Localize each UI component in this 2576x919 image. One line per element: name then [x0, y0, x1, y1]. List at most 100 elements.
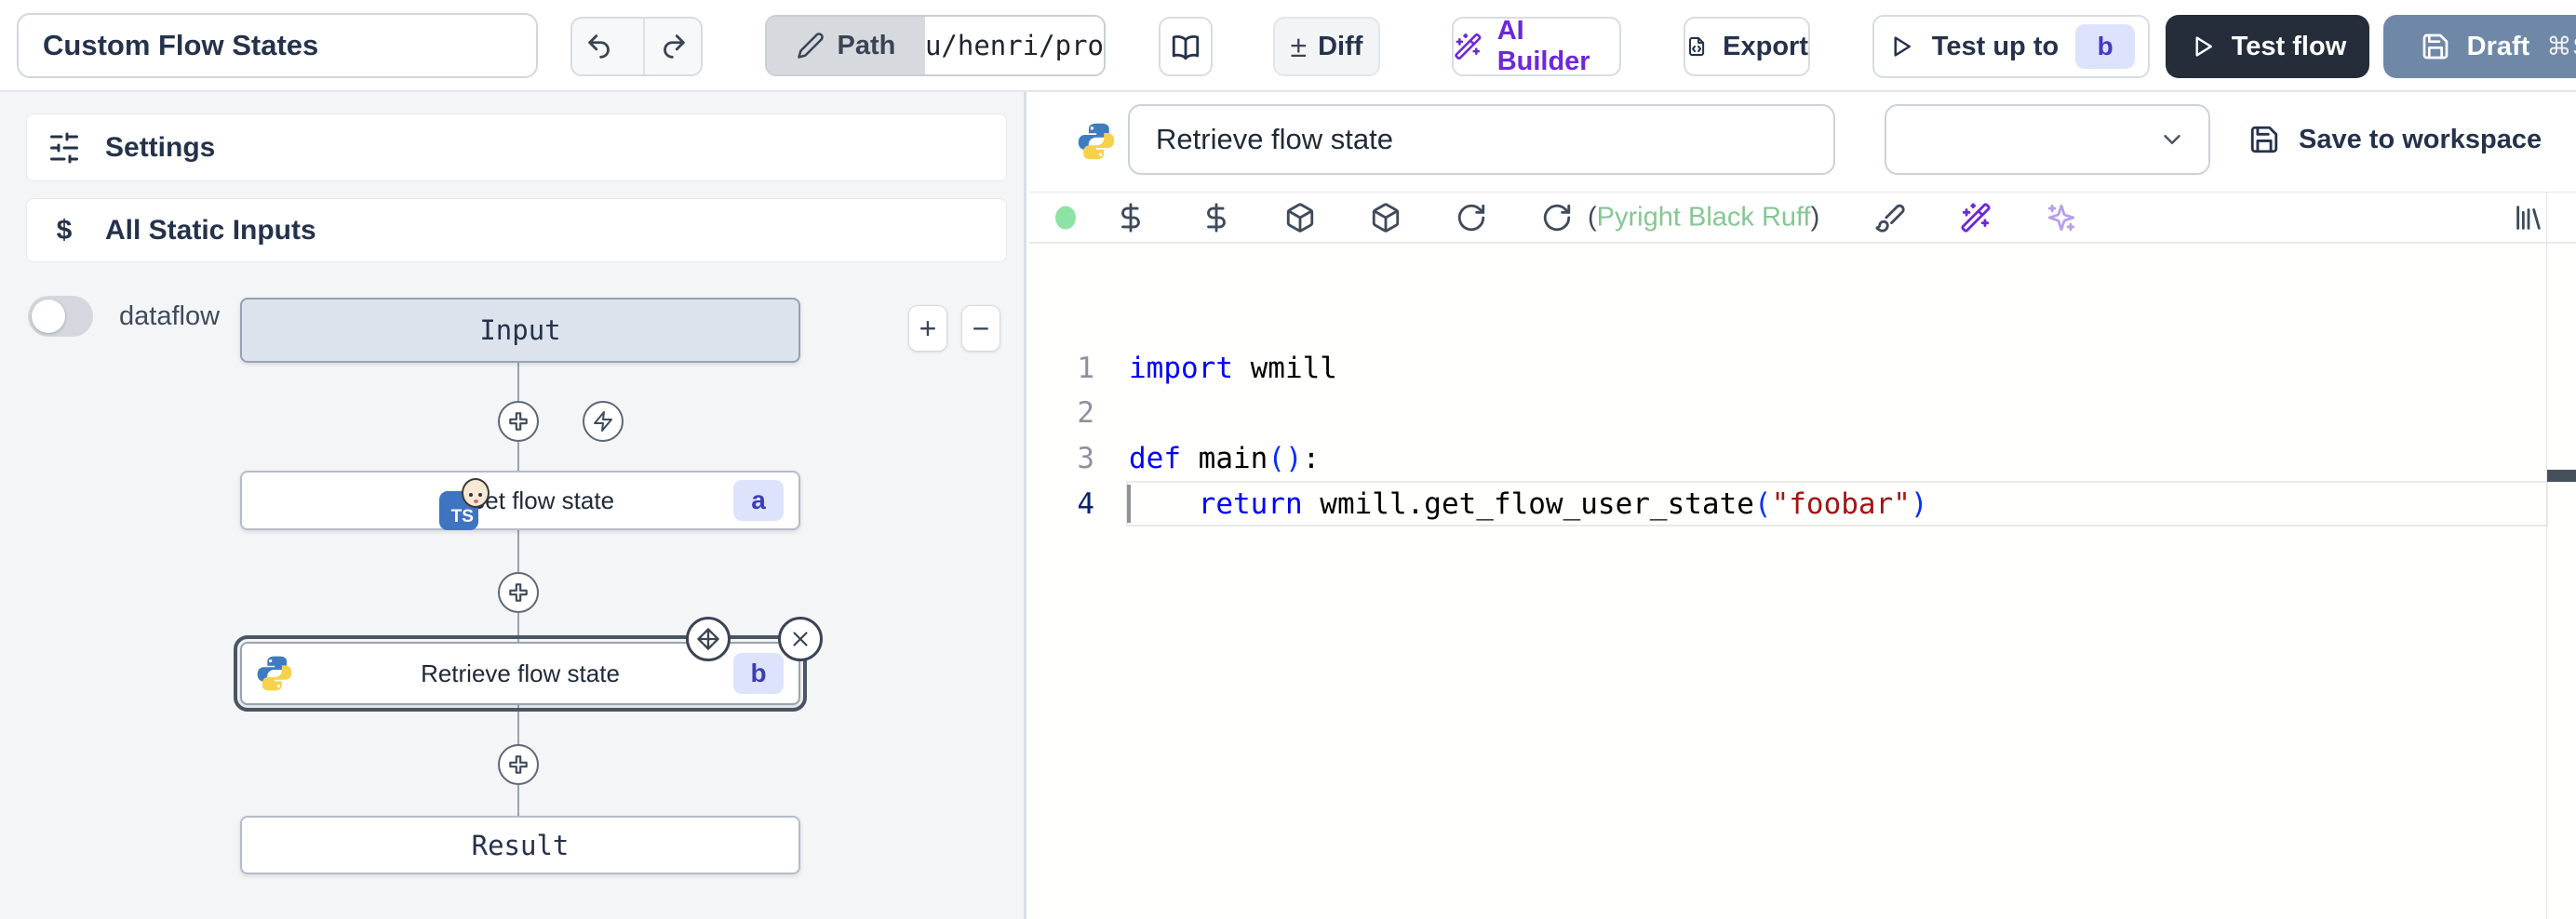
python-icon — [1076, 121, 1117, 162]
test-up-to-label: Test up to — [1932, 32, 2059, 62]
ai-sparkles-button[interactable] — [2046, 202, 2077, 233]
path-button-group[interactable]: Path u/henri/pro — [765, 15, 1106, 76]
undo-redo-group — [570, 17, 703, 76]
redo-button[interactable] — [643, 19, 701, 74]
step-name-input[interactable]: Retrieve flow state — [1128, 104, 1835, 175]
variable-dollar-button[interactable] — [1115, 202, 1147, 233]
line-number-active: 4 — [1029, 482, 1094, 526]
library-button[interactable] — [2513, 202, 2544, 233]
plus-icon: + — [919, 312, 937, 346]
add-trigger-button[interactable] — [583, 401, 624, 442]
package-button[interactable] — [1370, 202, 1402, 233]
ai-builder-button[interactable]: AI Builder — [1452, 17, 1621, 76]
test-flow-button[interactable]: Test flow — [2166, 15, 2369, 78]
dollar-icon — [1115, 202, 1147, 233]
line-number: 2 — [1029, 391, 1094, 435]
insert-step-button[interactable] — [498, 401, 539, 442]
overview-ruler — [2546, 193, 2547, 919]
diff-label: Diff — [1318, 32, 1362, 62]
delete-step-button[interactable] — [778, 617, 823, 661]
ai-wand-button[interactable] — [1960, 202, 1992, 233]
plus-minus-icon: ± — [1291, 30, 1308, 64]
plus-icon — [506, 580, 530, 605]
move-icon — [695, 626, 721, 652]
windmill-flow-editor: Custom Flow States Path u/henri/pro ± Di… — [0, 0, 2576, 919]
minus-icon: − — [973, 312, 990, 346]
save-to-workspace-label: Save to workspace — [2299, 125, 2542, 155]
connector-line — [517, 705, 519, 744]
export-button[interactable]: Export — [1684, 17, 1810, 76]
step-editor-header: Retrieve flow state Save to workspace — [1029, 92, 2576, 193]
toggle-knob — [32, 300, 65, 333]
path-value[interactable]: u/henri/pro — [925, 17, 1104, 74]
library-icon — [2513, 202, 2544, 233]
settings-label: Settings — [105, 132, 215, 164]
diff-button[interactable]: ± Diff — [1273, 17, 1380, 76]
undo-button[interactable] — [572, 19, 628, 74]
all-static-inputs-bar[interactable]: $ All Static Inputs — [26, 198, 1007, 262]
code-assistants-status: (Pyright Black Ruff) — [1588, 203, 1819, 233]
test-flow-label: Test flow — [2232, 32, 2347, 62]
resource-dollar-button[interactable] — [1201, 202, 1232, 233]
flow-title-input[interactable]: Custom Flow States — [17, 13, 538, 78]
step-a-badge: a — [733, 480, 784, 521]
package-button[interactable] — [1284, 202, 1316, 233]
code-line-3: def main(): — [1129, 436, 1320, 481]
result-node-label: Result — [472, 830, 570, 861]
dollar-icon — [1201, 202, 1232, 233]
top-toolbar: Custom Flow States Path u/henri/pro ± Di… — [0, 0, 2576, 92]
connector-line — [517, 442, 519, 471]
dollar-icon: $ — [47, 215, 81, 246]
docs-button[interactable] — [1159, 17, 1213, 76]
chevron-down-icon — [2158, 126, 2186, 153]
insert-step-button[interactable] — [498, 744, 539, 785]
zoom-in-button[interactable]: + — [908, 305, 947, 352]
step-a-label: Set flow state — [469, 486, 614, 515]
connector-line — [517, 530, 519, 572]
settings-bar[interactable]: Settings — [26, 113, 1007, 181]
flow-step-node-a[interactable]: TS Set flow state a — [240, 471, 800, 530]
dataflow-toggle-row: dataflow — [28, 296, 220, 337]
cursor-overview-marker — [2547, 470, 2576, 482]
reload-button[interactable] — [1456, 202, 1487, 233]
zoom-out-button[interactable]: − — [961, 305, 1000, 352]
package-icon — [1284, 202, 1316, 233]
all-static-inputs-label: All Static Inputs — [105, 215, 316, 246]
step-b-label: Retrieve flow state — [421, 659, 620, 688]
export-label: Export — [1723, 32, 1808, 62]
play-icon — [2189, 33, 2217, 60]
connector-line — [517, 785, 519, 816]
dataflow-toggle[interactable] — [28, 296, 93, 337]
package-icon — [1370, 202, 1402, 233]
step-editor-panel: Retrieve flow state Save to workspace — [1029, 92, 2576, 919]
line-number: 1 — [1029, 346, 1094, 391]
sparkles-icon — [2046, 202, 2077, 233]
paintbrush-icon — [1874, 202, 1906, 233]
test-up-to-button[interactable]: Test up to b — [1872, 15, 2150, 78]
flow-input-node[interactable]: Input — [240, 298, 800, 363]
draft-shortcut: ⌘S — [2546, 33, 2576, 61]
refresh-icon — [1541, 202, 1573, 233]
connector-line — [517, 613, 519, 642]
input-node-label: Input — [479, 314, 560, 346]
flow-result-node[interactable]: Result — [240, 816, 800, 874]
draft-save-button[interactable]: Draft ⌘S — [2383, 15, 2576, 78]
code-editor[interactable]: 1 2 3 4 import wmill def main(): return … — [1029, 244, 2576, 919]
path-label: Path — [838, 31, 896, 61]
move-step-button[interactable] — [686, 617, 731, 661]
insert-step-button[interactable] — [498, 572, 539, 613]
format-button[interactable] — [1874, 202, 1906, 233]
reload-button[interactable] — [1541, 202, 1573, 233]
code-line-4: return wmill.get_flow_user_state("foobar… — [1129, 482, 1928, 526]
bun-emoji-icon — [462, 478, 490, 508]
save-icon — [2421, 32, 2450, 61]
dataflow-label: dataflow — [119, 301, 220, 332]
save-icon — [2248, 124, 2280, 155]
path-button[interactable]: Path — [767, 17, 925, 74]
editor-toolbar: (Pyright Black Ruff) — [1029, 193, 2576, 244]
save-to-workspace-button[interactable]: Save to workspace — [2248, 104, 2542, 175]
ai-builder-label: AI Builder — [1497, 16, 1619, 77]
language-dropdown[interactable] — [1885, 104, 2210, 175]
connector-line — [517, 363, 519, 401]
play-icon — [1887, 33, 1915, 60]
